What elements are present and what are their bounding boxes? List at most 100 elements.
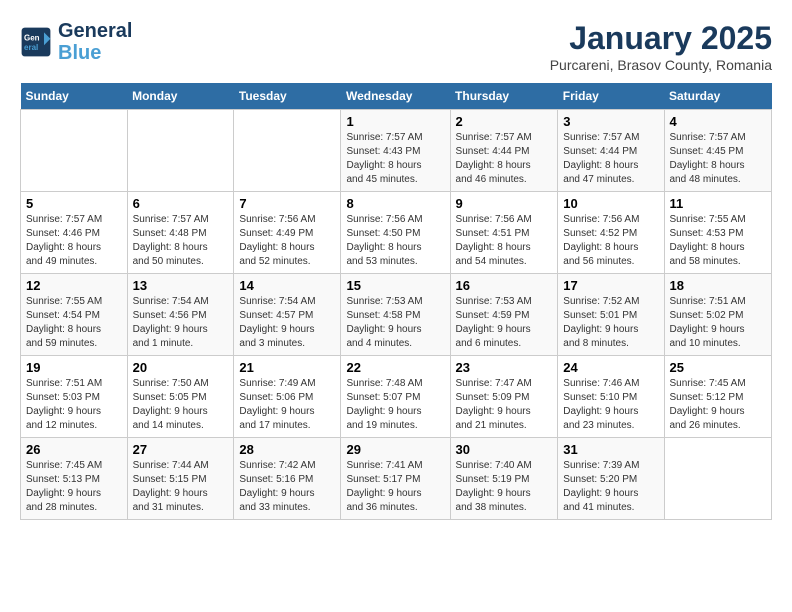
calendar-cell: 14Sunrise: 7:54 AM Sunset: 4:57 PM Dayli… — [234, 274, 341, 356]
day-number: 24 — [563, 360, 658, 375]
calendar-cell: 6 Sunrise: 7:57 AM Sunset: 4:48 PM Daylig… — [127, 192, 234, 274]
day-info: Sunrise: 7:41 AM Sunset: 5:17 PM Dayligh… — [346, 459, 444, 515]
day-info: Sunrise: 7:47 AM Sunset: 5:09 PM Dayligh… — [456, 377, 553, 433]
day-header-friday: Friday — [558, 83, 664, 110]
calendar-cell: 13Sunrise: 7:54 AM Sunset: 4:56 PM Dayli… — [127, 274, 234, 356]
calendar-cell: 22 Sunrise: 7:48 AM Sunset: 5:07 PM Dayli… — [341, 356, 450, 438]
calendar-title: January 2025 — [550, 20, 772, 57]
calendar-cell: 9Sunrise: 7:56 AM Sunset: 4:51 PM Daylig… — [450, 192, 558, 274]
week-row-1: 1 Sunrise: 7:57 AM Sunset: 4:43 PM Daylig… — [21, 110, 772, 192]
calendar-cell: 12 Sunrise: 7:55 AM Sunset: 4:54 PM Dayli… — [21, 274, 128, 356]
day-info: Sunrise: 7:56 AM Sunset: 4:49 PM Dayligh… — [239, 213, 335, 269]
week-row-4: 19Sunrise: 7:51 AM Sunset: 5:03 PM Dayli… — [21, 356, 772, 438]
day-number: 30 — [456, 442, 553, 457]
calendar-table: SundayMondayTuesdayWednesdayThursdayFrid… — [20, 83, 772, 520]
day-info: Sunrise: 7:44 AM Sunset: 5:15 PM Dayligh… — [133, 459, 229, 515]
calendar-subtitle: Purcareni, Brasov County, Romania — [550, 57, 772, 73]
calendar-cell: 25 Sunrise: 7:45 AM Sunset: 5:12 PM Dayli… — [664, 356, 772, 438]
day-header-wednesday: Wednesday — [341, 83, 450, 110]
day-info: Sunrise: 7:42 AM Sunset: 5:16 PM Dayligh… — [239, 459, 335, 515]
calendar-cell: 21 Sunrise: 7:49 AM Sunset: 5:06 PM Dayli… — [234, 356, 341, 438]
calendar-cell: 4 Sunrise: 7:57 AM Sunset: 4:45 PM Daylig… — [664, 110, 772, 192]
calendar-cell: 10 Sunrise: 7:56 AM Sunset: 4:52 PM Dayli… — [558, 192, 664, 274]
calendar-cell: 1 Sunrise: 7:57 AM Sunset: 4:43 PM Daylig… — [341, 110, 450, 192]
day-info: Sunrise: 7:40 AM Sunset: 5:19 PM Dayligh… — [456, 459, 553, 515]
day-header-monday: Monday — [127, 83, 234, 110]
day-number: 26 — [26, 442, 122, 457]
title-block: January 2025 Purcareni, Brasov County, R… — [550, 20, 772, 73]
day-header-thursday: Thursday — [450, 83, 558, 110]
calendar-cell — [127, 110, 234, 192]
logo: Gen eral General Blue — [20, 20, 132, 64]
day-number: 14 — [239, 278, 335, 293]
day-number: 7 — [239, 196, 335, 211]
day-header-saturday: Saturday — [664, 83, 772, 110]
calendar-cell — [21, 110, 128, 192]
day-header-tuesday: Tuesday — [234, 83, 341, 110]
day-info: Sunrise: 7:55 AM Sunset: 4:53 PM Dayligh… — [670, 213, 767, 269]
day-info: Sunrise: 7:57 AM Sunset: 4:44 PM Dayligh… — [563, 131, 658, 187]
calendar-cell: 30 Sunrise: 7:40 AM Sunset: 5:19 PM Dayli… — [450, 438, 558, 520]
day-number: 8 — [346, 196, 444, 211]
calendar-cell — [234, 110, 341, 192]
day-number: 1 — [346, 114, 444, 129]
day-info: Sunrise: 7:57 AM Sunset: 4:44 PM Dayligh… — [456, 131, 553, 187]
calendar-cell: 31Sunrise: 7:39 AM Sunset: 5:20 PM Dayli… — [558, 438, 664, 520]
calendar-cell: 8Sunrise: 7:56 AM Sunset: 4:50 PM Daylig… — [341, 192, 450, 274]
day-info: Sunrise: 7:49 AM Sunset: 5:06 PM Dayligh… — [239, 377, 335, 433]
calendar-cell: 11Sunrise: 7:55 AM Sunset: 4:53 PM Dayli… — [664, 192, 772, 274]
days-header-row: SundayMondayTuesdayWednesdayThursdayFrid… — [21, 83, 772, 110]
calendar-cell: 2Sunrise: 7:57 AM Sunset: 4:44 PM Daylig… — [450, 110, 558, 192]
calendar-cell: 3 Sunrise: 7:57 AM Sunset: 4:44 PM Daylig… — [558, 110, 664, 192]
day-info: Sunrise: 7:46 AM Sunset: 5:10 PM Dayligh… — [563, 377, 658, 433]
logo-icon: Gen eral — [20, 26, 52, 58]
day-number: 4 — [670, 114, 767, 129]
day-info: Sunrise: 7:45 AM Sunset: 5:13 PM Dayligh… — [26, 459, 122, 515]
day-info: Sunrise: 7:45 AM Sunset: 5:12 PM Dayligh… — [670, 377, 767, 433]
svg-text:Gen: Gen — [24, 33, 40, 42]
day-number: 18 — [670, 278, 767, 293]
calendar-cell: 24 Sunrise: 7:46 AM Sunset: 5:10 PM Dayli… — [558, 356, 664, 438]
day-number: 29 — [346, 442, 444, 457]
day-number: 3 — [563, 114, 658, 129]
day-number: 28 — [239, 442, 335, 457]
day-number: 9 — [456, 196, 553, 211]
day-number: 22 — [346, 360, 444, 375]
day-info: Sunrise: 7:56 AM Sunset: 4:52 PM Dayligh… — [563, 213, 658, 269]
calendar-cell: 27 Sunrise: 7:44 AM Sunset: 5:15 PM Dayli… — [127, 438, 234, 520]
day-info: Sunrise: 7:51 AM Sunset: 5:02 PM Dayligh… — [670, 295, 767, 351]
calendar-cell: 23 Sunrise: 7:47 AM Sunset: 5:09 PM Dayli… — [450, 356, 558, 438]
calendar-cell: 20Sunrise: 7:50 AM Sunset: 5:05 PM Dayli… — [127, 356, 234, 438]
day-number: 17 — [563, 278, 658, 293]
week-row-5: 26 Sunrise: 7:45 AM Sunset: 5:13 PM Dayli… — [21, 438, 772, 520]
page-header: Gen eral General Blue January 2025 Purca… — [20, 20, 772, 73]
day-info: Sunrise: 7:57 AM Sunset: 4:45 PM Dayligh… — [670, 131, 767, 187]
day-number: 15 — [346, 278, 444, 293]
calendar-cell: 17Sunrise: 7:52 AM Sunset: 5:01 PM Dayli… — [558, 274, 664, 356]
day-number: 27 — [133, 442, 229, 457]
day-info: Sunrise: 7:39 AM Sunset: 5:20 PM Dayligh… — [563, 459, 658, 515]
day-info: Sunrise: 7:57 AM Sunset: 4:43 PM Dayligh… — [346, 131, 444, 187]
svg-text:eral: eral — [24, 43, 38, 52]
day-number: 23 — [456, 360, 553, 375]
calendar-cell: 7 Sunrise: 7:56 AM Sunset: 4:49 PM Daylig… — [234, 192, 341, 274]
calendar-cell: 16Sunrise: 7:53 AM Sunset: 4:59 PM Dayli… — [450, 274, 558, 356]
day-info: Sunrise: 7:55 AM Sunset: 4:54 PM Dayligh… — [26, 295, 122, 351]
calendar-cell: 29 Sunrise: 7:41 AM Sunset: 5:17 PM Dayli… — [341, 438, 450, 520]
calendar-cell: 18 Sunrise: 7:51 AM Sunset: 5:02 PM Dayli… — [664, 274, 772, 356]
calendar-cell: 19Sunrise: 7:51 AM Sunset: 5:03 PM Dayli… — [21, 356, 128, 438]
day-info: Sunrise: 7:57 AM Sunset: 4:48 PM Dayligh… — [133, 213, 229, 269]
day-number: 25 — [670, 360, 767, 375]
week-row-3: 12 Sunrise: 7:55 AM Sunset: 4:54 PM Dayli… — [21, 274, 772, 356]
day-number: 10 — [563, 196, 658, 211]
day-number: 21 — [239, 360, 335, 375]
day-info: Sunrise: 7:48 AM Sunset: 5:07 PM Dayligh… — [346, 377, 444, 433]
day-info: Sunrise: 7:57 AM Sunset: 4:46 PM Dayligh… — [26, 213, 122, 269]
day-number: 16 — [456, 278, 553, 293]
day-number: 13 — [133, 278, 229, 293]
day-number: 12 — [26, 278, 122, 293]
day-number: 6 — [133, 196, 229, 211]
day-number: 20 — [133, 360, 229, 375]
day-info: Sunrise: 7:51 AM Sunset: 5:03 PM Dayligh… — [26, 377, 122, 433]
calendar-cell: 26 Sunrise: 7:45 AM Sunset: 5:13 PM Dayli… — [21, 438, 128, 520]
